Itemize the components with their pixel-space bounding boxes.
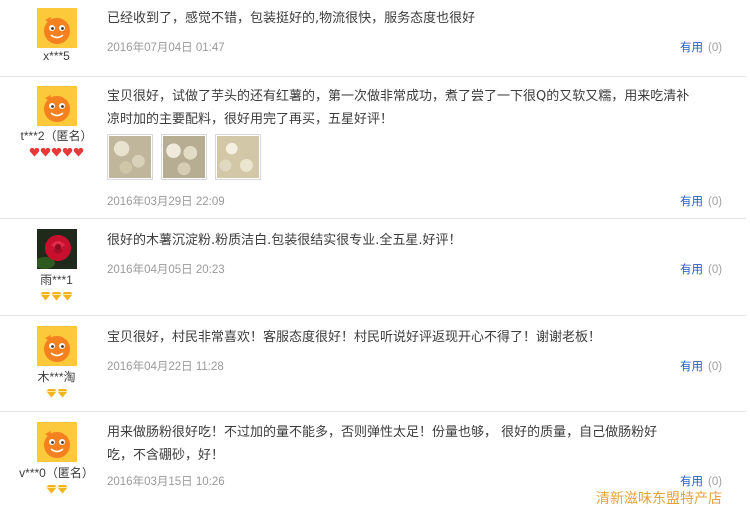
taobao-mascot-avatar[interactable]: [37, 8, 77, 48]
review-text-line: 凉时加的主要配料，很好用完了再买，五星好评！: [107, 112, 394, 127]
review-date: 2016年03月15日 10:26: [107, 476, 225, 488]
review-date: 2016年04月05日 20:23: [107, 264, 225, 276]
gold-diamond-icon: [51, 291, 62, 301]
review-item: 木***淘 宝贝很好，村民非常喜欢！客服态度很好！村民听说好评返现开心不得了！谢…: [0, 316, 746, 412]
gold-diamond-icon: [57, 484, 68, 494]
gold-diamond-icon: [40, 291, 51, 301]
gold-diamond-icon: [46, 388, 57, 398]
reviewer-name[interactable]: 木***淘: [0, 368, 113, 385]
useful-vote: 有用 (0): [680, 39, 722, 55]
gold-diamond-icon: [46, 484, 57, 494]
red-heart-icon: [40, 147, 51, 157]
useful-button[interactable]: 有用: [680, 361, 703, 373]
taobao-mascot-avatar[interactable]: [37, 326, 77, 366]
red-heart-icon: [51, 147, 62, 157]
gold-diamond-icon: [57, 388, 68, 398]
reviewer-name[interactable]: 雨***1: [0, 271, 113, 288]
useful-button[interactable]: 有用: [680, 264, 703, 276]
taobao-mascot-avatar[interactable]: [37, 422, 77, 462]
useful-button[interactable]: 有用: [680, 476, 703, 488]
red-heart-icon: [29, 147, 40, 157]
red-heart-icon: [62, 147, 73, 157]
buyer-credit-badges: [0, 291, 113, 310]
useful-button[interactable]: 有用: [680, 196, 703, 208]
review-text-line: 吃，不含硼砂，好！: [107, 448, 225, 463]
reviewer-name[interactable]: t***2（匿名）: [0, 127, 113, 144]
useful-count: (0): [708, 42, 723, 54]
useful-count: (0): [708, 196, 723, 208]
review-text-line: 用来做肠粉很好吃！不过加的量不能多，否则弹性太足！份量也够， 很好的质量，自己做…: [107, 425, 658, 440]
buyer-credit-badges: [0, 147, 113, 166]
review-text: 宝贝很好，试做了芋头的还有红薯的，第一次做非常成功，煮了尝了一下很Q的又软又糯，…: [107, 85, 727, 131]
reviewer-name[interactable]: v***0（匿名）: [0, 464, 113, 481]
review-text: 用来做肠粉很好吃！不过加的量不能多，否则弹性太足！份量也够， 很好的质量，自己做…: [107, 421, 727, 467]
review-text: 已经收到了，感觉不错，包装挺好的,物流很快，服务态度也很好: [107, 11, 476, 26]
review-photo[interactable]: [161, 134, 207, 180]
reviewer-name[interactable]: x***5: [0, 49, 113, 63]
review-photo[interactable]: [215, 134, 261, 180]
review-item: 雨***1 很好的木薯沉淀粉.粉质洁白.包装很结实很专业.全五星.好评！ 201…: [0, 219, 746, 316]
useful-vote: 有用 (0): [680, 193, 722, 209]
buyer-credit-badges: [0, 388, 113, 407]
red-heart-icon: [73, 147, 84, 157]
review-date: 2016年07月04日 01:47: [107, 42, 225, 54]
taobao-mascot-avatar[interactable]: [37, 86, 77, 126]
useful-count: (0): [708, 361, 723, 373]
rose-photo-avatar[interactable]: [37, 229, 77, 269]
useful-vote: 有用 (0): [680, 261, 722, 277]
review-text: 宝贝很好，村民非常喜欢！客服态度很好！村民听说好评返现开心不得了！谢谢老板！: [107, 330, 602, 345]
gold-diamond-icon: [62, 291, 73, 301]
useful-count: (0): [708, 476, 723, 488]
useful-count: (0): [708, 264, 723, 276]
review-item: x***5 已经收到了，感觉不错，包装挺好的,物流很快，服务态度也很好 2016…: [0, 0, 746, 77]
buyer-credit-badges: [0, 484, 113, 503]
review-date: 2016年04月22日 11:28: [107, 361, 224, 373]
review-text-line: 宝贝很好，试做了芋头的还有红薯的，第一次做非常成功，煮了尝了一下很Q的又软又糯，…: [107, 89, 690, 104]
review-item: t***2（匿名） 宝贝很好，试做了芋头的还有红薯的，第一次做非常成功，煮了尝了…: [0, 77, 746, 219]
useful-button[interactable]: 有用: [680, 42, 703, 54]
store-watermark: 清新滋味东盟特产店: [596, 491, 722, 507]
review-photo[interactable]: [107, 134, 153, 180]
useful-vote: 有用 (0): [680, 358, 722, 374]
review-date: 2016年03月29日 22:09: [107, 196, 225, 208]
review-text: 很好的木薯沉淀粉.粉质洁白.包装很结实很专业.全五星.好评！: [107, 233, 462, 248]
useful-vote: 有用 (0): [680, 473, 722, 489]
